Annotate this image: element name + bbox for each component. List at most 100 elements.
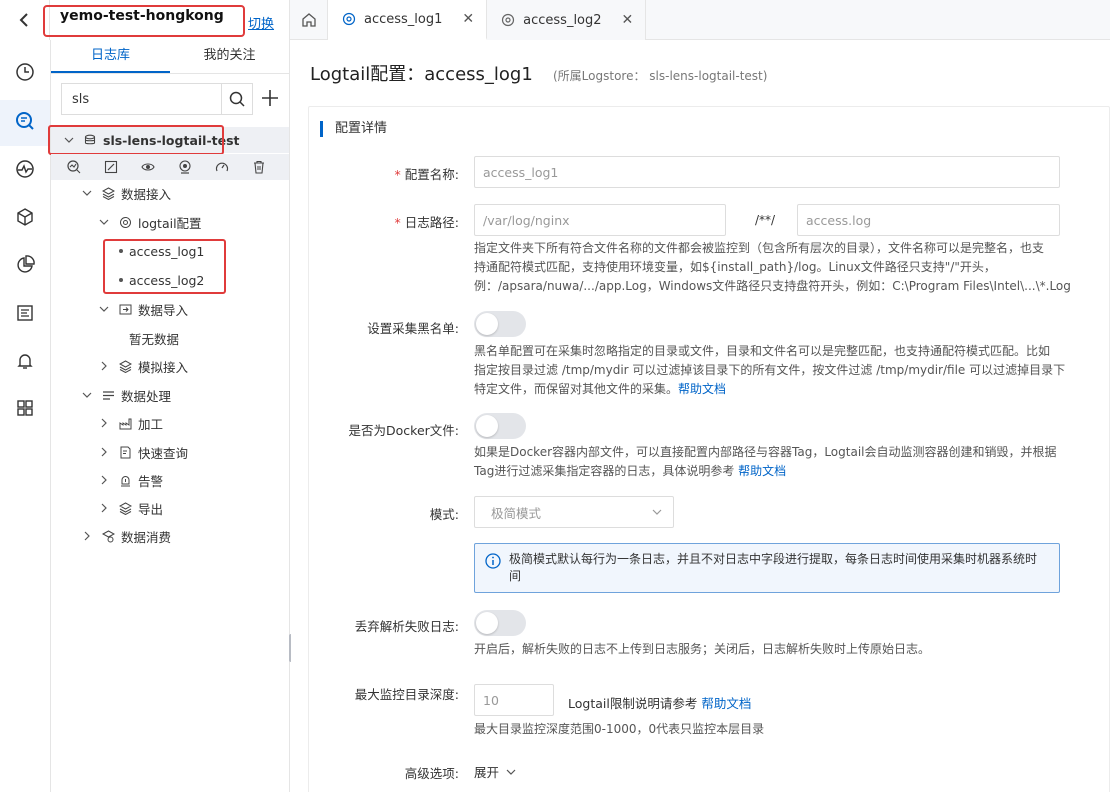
clock-icon[interactable] <box>13 60 37 84</box>
tab-bar: access_log1 ✕ access_log2 ✕ <box>290 0 647 40</box>
monitor-icon[interactable] <box>13 157 37 181</box>
chevron-down-icon <box>652 509 662 515</box>
pie-chart-icon[interactable] <box>13 253 37 277</box>
tree-logstore[interactable]: sls-lens-logtail-test <box>51 127 289 153</box>
config-name-input[interactable]: access_log1 <box>474 156 1060 188</box>
left-rail <box>0 40 51 792</box>
tree-label: 数据处理 <box>121 388 172 404</box>
chevron-right-icon[interactable] <box>98 360 110 372</box>
close-icon[interactable]: ✕ <box>462 11 474 27</box>
chevron-down-icon[interactable] <box>98 303 110 315</box>
tab-logstores[interactable]: 日志库 <box>51 40 170 73</box>
log-path-file-input[interactable]: access.log <box>797 204 1060 236</box>
query-analysis-icon[interactable] <box>67 160 81 174</box>
config-icon <box>502 13 515 27</box>
logstore-sidebar: 日志库 我的关注 sls-lens-logtail-test 数据接入 logt… <box>48 40 290 792</box>
docker-toggle[interactable] <box>474 413 526 439</box>
blacklist-label: 设置采集黑名单: <box>367 321 459 336</box>
back-button[interactable] <box>0 0 50 40</box>
blacklist-help-link[interactable]: 帮助文档 <box>678 382 726 396</box>
import-icon <box>118 302 132 316</box>
log-path-help: 指定文件夹下所有符合文件名称的文件都会被监控到（包含所有层次的目录），文件名称可… <box>474 241 1071 293</box>
chevron-right-icon[interactable] <box>98 502 110 514</box>
tree-data-consumption[interactable]: 数据消费 <box>51 523 289 549</box>
tree-data-processing[interactable]: 数据处理 <box>51 382 289 408</box>
config-name-label: * 配置名称: <box>394 167 459 182</box>
mode-info-text: 极简模式默认每行为一条日志，并且不对日志中字段进行提取，每条日志时间使用采集时机… <box>509 552 1038 583</box>
search-button[interactable] <box>221 83 253 115</box>
tree-simulated-access[interactable]: 模拟接入 <box>51 353 289 379</box>
top-bar: yemo-test-hongkong 切换 access_log1 ✕ acce… <box>0 0 1110 40</box>
mode-select[interactable]: 极简模式 <box>474 496 674 528</box>
chevron-down-icon[interactable] <box>98 216 110 228</box>
search-icon <box>229 91 245 107</box>
chevron-right-icon[interactable] <box>98 417 110 429</box>
config-icon <box>118 215 132 229</box>
add-button[interactable] <box>259 87 281 109</box>
home-tab[interactable] <box>290 0 328 40</box>
mode-label: 模式: <box>429 507 459 522</box>
search-log-icon[interactable] <box>13 109 37 133</box>
expand-label: 展开 <box>474 765 500 780</box>
trash-icon[interactable] <box>252 160 266 174</box>
tree-data-import[interactable]: 数据导入 <box>51 296 289 322</box>
grid-icon[interactable] <box>13 396 37 420</box>
list-icon <box>101 388 115 402</box>
advanced-label: 高级选项: <box>404 766 459 781</box>
tab-my-favorites[interactable]: 我的关注 <box>170 40 289 73</box>
info-icon <box>485 553 501 569</box>
tree-config-access-log2[interactable]: access_log2 <box>51 267 289 293</box>
docker-label: 是否为Docker文件: <box>348 423 459 438</box>
tree-label: access_log1 <box>129 243 205 259</box>
chevron-right-icon[interactable] <box>98 446 110 458</box>
tree-data-access[interactable]: 数据接入 <box>51 180 289 206</box>
cube-icon[interactable] <box>13 205 37 229</box>
tree-processing-alert[interactable]: 告警 <box>51 467 289 493</box>
log-path-dir-input[interactable]: /var/log/nginx <box>474 204 726 236</box>
config-icon <box>342 12 356 26</box>
tree-processing-quick-query[interactable]: 快速查询 <box>51 439 289 465</box>
tab-label: access_log1 <box>364 11 443 27</box>
chevron-down-icon[interactable] <box>81 389 93 401</box>
chevron-right-icon[interactable] <box>98 474 110 486</box>
log-path-separator: /**/ <box>755 213 776 227</box>
empty-text: 暂无数据 <box>129 331 180 347</box>
tree-label: 模拟接入 <box>138 359 189 375</box>
log-path-label: * 日志路径: <box>394 215 459 230</box>
monitor-target-icon[interactable] <box>178 160 192 174</box>
tree-label: access_log2 <box>129 272 205 288</box>
eye-icon[interactable] <box>141 160 155 174</box>
layers-icon <box>118 359 132 373</box>
chevron-right-icon[interactable] <box>81 530 93 542</box>
advanced-expand-button[interactable]: 展开 <box>474 762 517 781</box>
tree-config-access-log1[interactable]: access_log1 <box>51 238 289 264</box>
tree-processing-transform[interactable]: 加工 <box>51 410 289 436</box>
switch-project-link[interactable]: 切换 <box>248 13 274 32</box>
home-icon <box>301 13 316 27</box>
blacklist-toggle[interactable] <box>474 311 526 337</box>
max-depth-note: Logtail限制说明请参考 帮助文档 <box>568 696 752 711</box>
chevron-down-icon[interactable] <box>81 187 93 199</box>
discard-label: 丢弃解析失败日志: <box>354 619 459 634</box>
bell-icon[interactable] <box>13 349 37 373</box>
tree-logtail-config[interactable]: logtail配置 <box>51 209 289 235</box>
section-title: 配置详情 <box>320 121 387 137</box>
tree-processing-export[interactable]: 导出 <box>51 495 289 521</box>
gauge-icon[interactable] <box>215 160 229 174</box>
plus-icon <box>262 90 278 106</box>
chevron-down-icon[interactable] <box>63 134 75 146</box>
discard-toggle[interactable] <box>474 610 526 636</box>
tab-access-log2[interactable]: access_log2 ✕ <box>487 0 647 40</box>
close-icon[interactable]: ✕ <box>622 12 634 28</box>
tree-label: 数据导入 <box>138 302 189 318</box>
search-input[interactable] <box>61 83 221 115</box>
report-icon[interactable] <box>13 301 37 325</box>
logstore-actions <box>51 154 289 180</box>
discard-help: 开启后，解析失败的日志不上传到日志服务；关闭后，日志解析失败时上传原始日志。 <box>474 642 931 656</box>
edit-icon[interactable] <box>104 160 118 174</box>
mode-info-box: 极简模式默认每行为一条日志，并且不对日志中字段进行提取，每条日志时间使用采集时机… <box>474 543 1060 593</box>
max-depth-input[interactable]: 10 <box>474 684 554 716</box>
tab-access-log1[interactable]: access_log1 ✕ <box>328 0 488 40</box>
max-depth-help-link[interactable]: 帮助文档 <box>701 696 751 711</box>
docker-help-link[interactable]: 帮助文档 <box>738 464 786 478</box>
